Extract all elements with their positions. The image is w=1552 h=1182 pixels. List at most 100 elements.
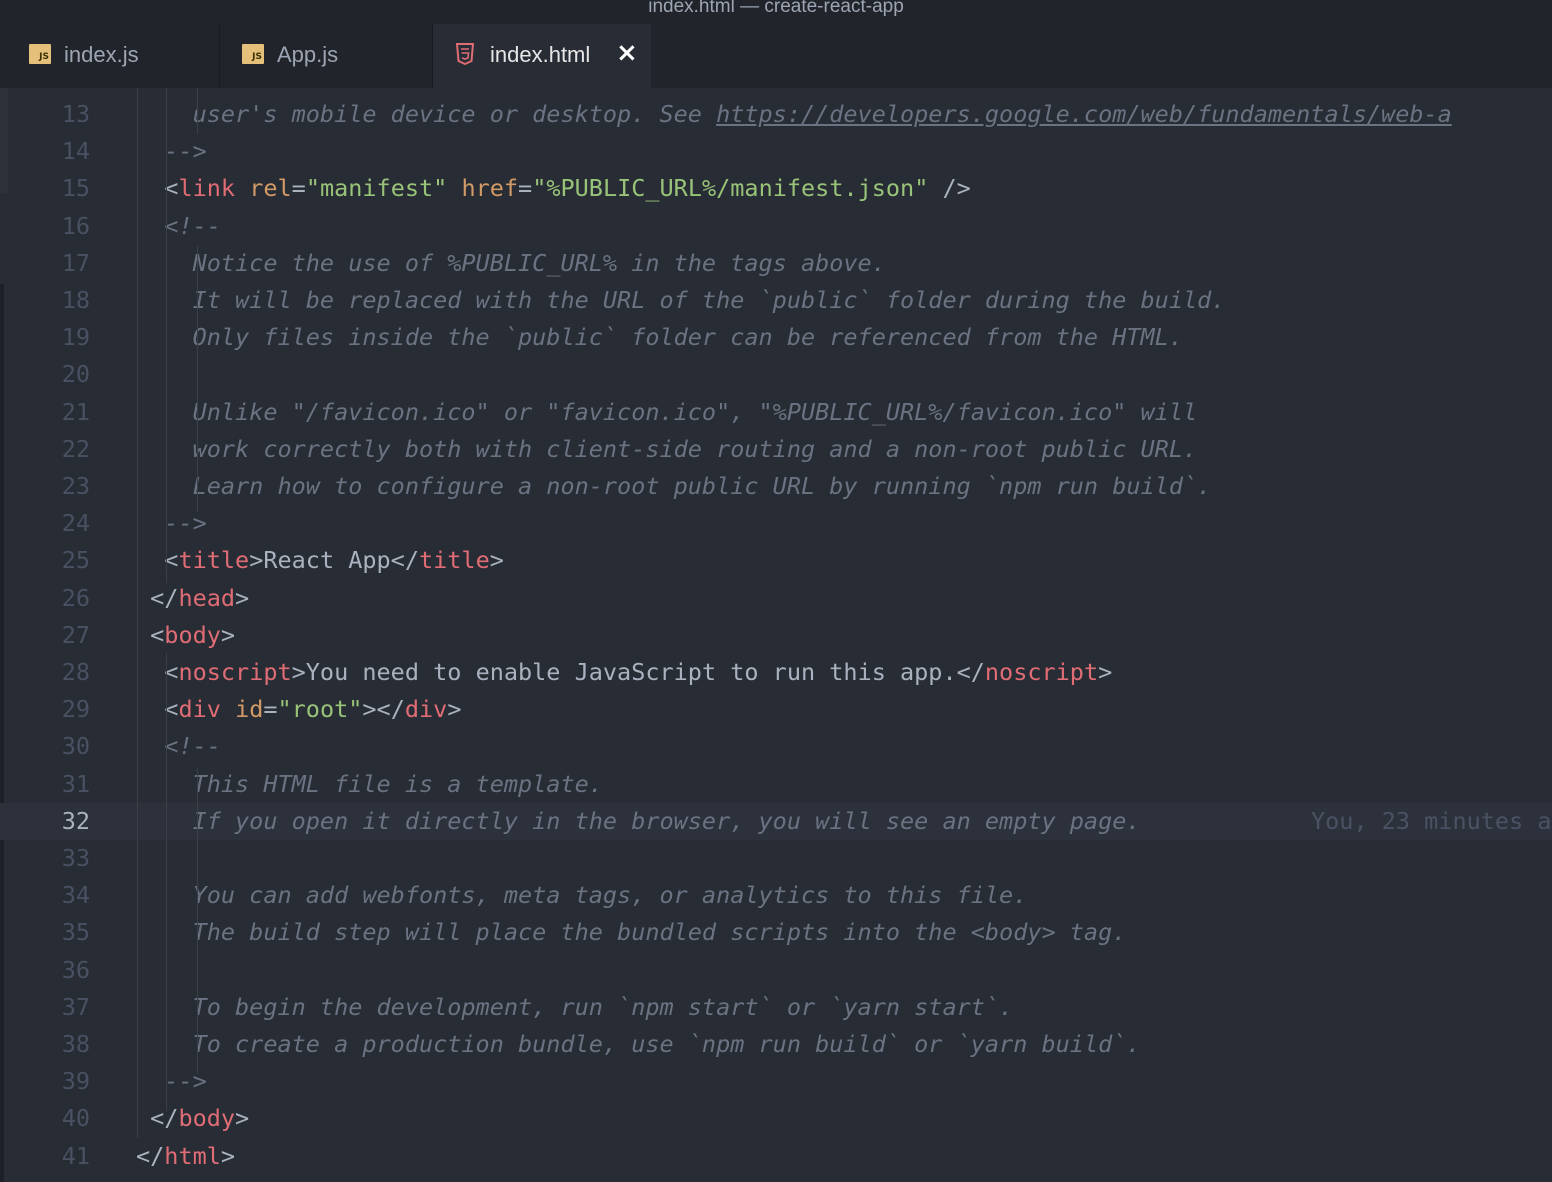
line-number[interactable]: 36 — [0, 952, 90, 989]
tab-index-js[interactable]: JS index.js — [0, 24, 220, 88]
line-number[interactable]: 18 — [0, 282, 90, 319]
code-token: Notice the use of %PUBLIC_URL% in the ta… — [192, 248, 886, 277]
js-file-icon: JS — [29, 44, 51, 64]
code-line: 14 --> — [0, 133, 1552, 170]
code-text: <!-- — [136, 728, 221, 765]
line-number[interactable]: 20 — [0, 356, 90, 393]
close-tab-icon[interactable]: × — [616, 38, 638, 68]
code-line: 15 <link rel="manifest" href="%PUBLIC_UR… — [0, 170, 1552, 207]
code-token: /> — [928, 174, 971, 203]
code-line: 36 — [0, 952, 1552, 989]
code-token: It will be replaced with the URL of the … — [192, 286, 1226, 314]
code-token: </ — [136, 583, 179, 612]
code-text: <body> — [136, 617, 235, 654]
code-token: html — [164, 1141, 221, 1170]
code-editor[interactable]: 13 user's mobile device or desktop. See … — [0, 88, 1552, 1182]
code-line: 23 Learn how to configure a non-root pub… — [0, 468, 1552, 505]
code-line: 29 <div id="root"></div> — [0, 691, 1552, 728]
code-token: < — [136, 695, 179, 724]
code-text: To create a production bundle, use `npm … — [136, 1026, 1141, 1063]
code-text: You can add webfonts, meta tags, or anal… — [136, 877, 1028, 914]
code-line: 13 user's mobile device or desktop. See … — [0, 96, 1552, 133]
code-token: body — [178, 1104, 236, 1133]
line-number[interactable]: 31 — [0, 766, 90, 803]
code-line: 35 The build step will place the bundled… — [0, 914, 1552, 951]
window-title-bar: index.html — create-react-app — [0, 0, 1552, 24]
line-number[interactable]: 26 — [0, 580, 90, 617]
indent-guide — [197, 88, 198, 134]
line-number[interactable]: 29 — [0, 691, 90, 728]
line-number[interactable]: 30 — [0, 728, 90, 765]
code-token: >React App</ — [249, 546, 419, 575]
code-token: > — [1098, 658, 1113, 686]
line-number[interactable]: 27 — [0, 617, 90, 654]
tab-index-html[interactable]: index.html × — [433, 24, 651, 88]
code-token: div — [178, 695, 221, 724]
code-token: This HTML file is a template. — [192, 769, 603, 798]
line-number[interactable]: 40 — [0, 1100, 90, 1137]
code-line-cursor: 32 If you open it directly in the browse… — [0, 802, 1552, 840]
line-number[interactable]: 25 — [0, 542, 90, 579]
line-number[interactable]: 14 — [0, 133, 90, 170]
line-number[interactable]: 38 — [0, 1026, 90, 1063]
line-number[interactable]: 16 — [0, 208, 90, 245]
line-number[interactable]: 24 — [0, 505, 90, 542]
code-token: "manifest" — [305, 174, 448, 203]
code-line: 22 work correctly both with client-side … — [0, 431, 1552, 468]
line-number[interactable]: 28 — [0, 654, 90, 691]
line-number[interactable]: 21 — [0, 394, 90, 431]
code-line: 26 </head> — [0, 580, 1552, 617]
code-text: <title>React App</title> — [136, 542, 504, 579]
tab-app-js[interactable]: JS App.js — [220, 24, 433, 88]
code-token: "root" — [277, 695, 363, 724]
code-token: noscript — [984, 658, 1099, 686]
line-number[interactable]: 34 — [0, 877, 90, 914]
code-token: <!-- — [164, 732, 221, 761]
code-text: <!-- — [136, 208, 221, 245]
code-token: href — [461, 174, 519, 203]
code-token: </ — [136, 1104, 179, 1133]
code-token: Learn how to configure a non-root public… — [192, 472, 1212, 500]
line-number[interactable]: 35 — [0, 914, 90, 951]
line-number[interactable]: 32 — [0, 803, 90, 840]
code-token: You can add webfonts, meta tags, or anal… — [192, 881, 1028, 910]
tab-label: index.html — [490, 42, 591, 67]
code-line: 30 <!-- — [0, 728, 1552, 765]
code-token: To begin the development, run `npm start… — [192, 992, 1014, 1021]
line-number[interactable]: 17 — [0, 245, 90, 282]
line-number[interactable]: 33 — [0, 840, 90, 877]
code-text: It will be replaced with the URL of the … — [136, 282, 1226, 319]
line-number[interactable]: 15 — [0, 170, 90, 207]
code-token: > — [489, 546, 504, 575]
code-token: > — [447, 695, 462, 724]
line-number[interactable]: 22 — [0, 431, 90, 468]
line-number[interactable]: 19 — [0, 319, 90, 356]
code-token: rel — [249, 174, 292, 203]
line-number[interactable]: 37 — [0, 989, 90, 1026]
code-text: The build step will place the bundled sc… — [136, 914, 1127, 951]
code-text: This HTML file is a template. — [136, 766, 603, 803]
code-token: < — [136, 174, 179, 203]
code-line: 17 Notice the use of %PUBLIC_URL% in the… — [0, 245, 1552, 282]
code-token: title — [178, 546, 250, 575]
line-number[interactable]: 39 — [0, 1063, 90, 1100]
code-line: 20 — [0, 356, 1552, 393]
code-token: = — [263, 695, 278, 724]
line-number[interactable]: 23 — [0, 468, 90, 505]
html5-file-icon — [455, 43, 475, 65]
code-token: body — [164, 620, 221, 649]
code-line: 24 --> — [0, 505, 1552, 542]
line-number[interactable]: 13 — [0, 96, 90, 133]
code-token: < — [136, 620, 165, 649]
line-number[interactable]: 41 — [0, 1138, 90, 1175]
code-token: Only files inside the `public` folder ca… — [192, 323, 1183, 352]
